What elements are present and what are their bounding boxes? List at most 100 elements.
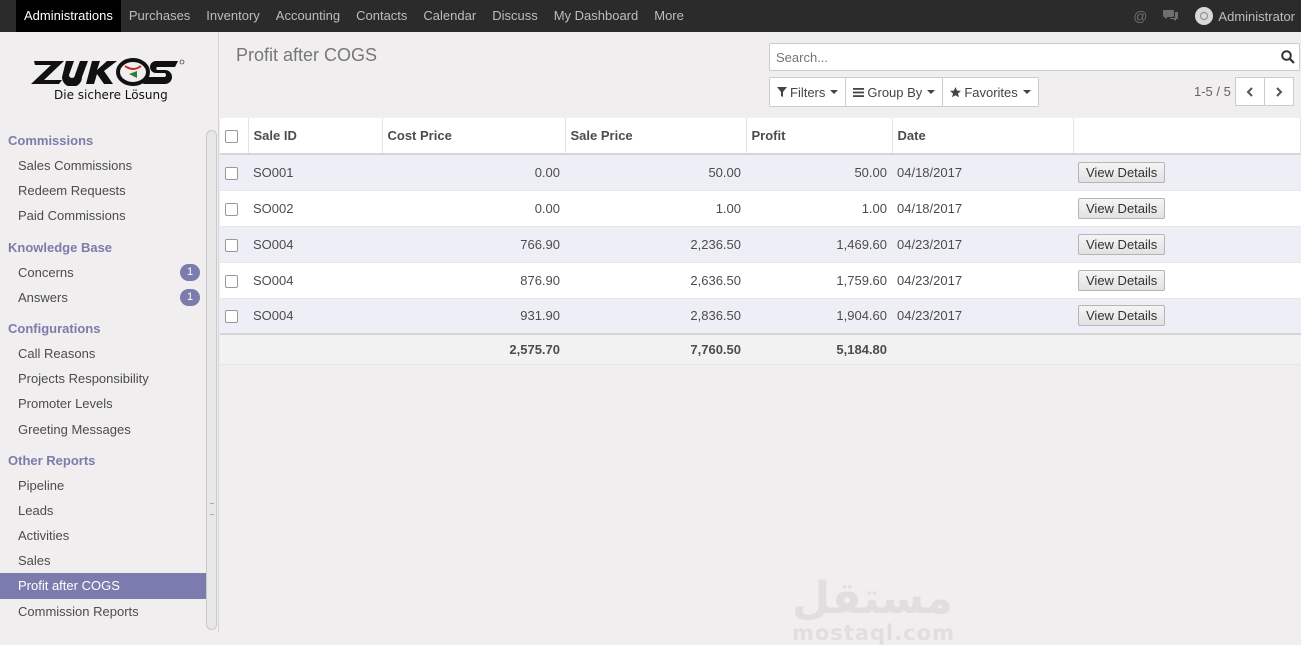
sidebar-item-redeem-requests[interactable]: Redeem Requests <box>0 178 206 203</box>
sidebar-item-call-reasons[interactable]: Call Reasons <box>0 341 206 366</box>
table-cell: 876.90 <box>382 262 565 299</box>
table-cell: 50.00 <box>746 154 892 191</box>
sidebar-item-concerns[interactable]: Concerns 1 <box>0 260 206 285</box>
table-cell: 2,636.50 <box>565 262 746 299</box>
sidebar-item-label: Projects Responsibility <box>18 371 149 387</box>
table-row[interactable]: SO004 876.90 2,636.50 1,759.60 04/23/2017 Vie… <box>220 262 1301 299</box>
sidebar-item-answers[interactable]: Answers 1 <box>0 285 206 310</box>
table-row[interactable]: SO004 931.90 2,836.50 1,904.60 04/23/2017 Vie… <box>220 298 1301 335</box>
table-cell: 1.00 <box>565 190 746 227</box>
actions-cell: View Details <box>1073 226 1301 263</box>
sidebar-item-label: Concerns <box>18 264 74 280</box>
row-checkbox[interactable] <box>225 166 238 180</box>
watermark-latin: mostaql.com <box>792 621 955 645</box>
pager-previous-button[interactable] <box>1235 77 1265 106</box>
topmenu-item-my-dashboard[interactable]: My Dashboard <box>546 0 647 32</box>
table-cell: SO004 <box>248 298 382 335</box>
sidebar-item-sales-commissions[interactable]: Sales Commissions <box>0 153 206 178</box>
view-details-button[interactable]: View Details <box>1078 161 1166 183</box>
filters-button[interactable]: Filters <box>769 77 847 107</box>
chat-icon[interactable] <box>1163 8 1179 25</box>
sidebar-item-label: Profit after COGS <box>18 578 120 594</box>
table-row[interactable]: SO001 0.00 50.00 50.00 04/18/2017 View Detail… <box>220 154 1301 191</box>
groupby-button[interactable]: Group By <box>845 77 944 107</box>
total-cell: 7,760.50 <box>565 333 746 365</box>
sidebar-section-commissions: Commissions <box>8 133 94 148</box>
topmenu-item-accounting[interactable]: Accounting <box>268 0 348 32</box>
column-header[interactable]: Sale Price <box>565 118 747 155</box>
sidebar: Die sichere Lösung Commissions Sales Comm… <box>0 32 219 632</box>
caret-down-icon <box>1022 90 1031 94</box>
sidebar-item-label: Greeting Messages <box>18 421 131 437</box>
user-menu[interactable]: Administrator <box>1195 7 1295 25</box>
sidebar-item-greeting-messages[interactable]: Greeting Messages <box>0 417 206 442</box>
view-details-button[interactable]: View Details <box>1078 197 1166 219</box>
sidebar-item-label: Paid Commissions <box>18 208 126 224</box>
table-cell: 04/23/2017 <box>892 298 1073 335</box>
column-header[interactable]: Cost Price <box>382 118 566 155</box>
column-header[interactable]: Profit <box>746 118 893 155</box>
count-badge: 1 <box>180 263 200 281</box>
table-cell: 04/18/2017 <box>892 154 1073 191</box>
view-details-button[interactable]: View Details <box>1078 233 1166 255</box>
chevron-right-icon <box>1276 86 1283 97</box>
sidebar-item-paid-commissions[interactable]: Paid Commissions <box>0 203 206 228</box>
row-checkbox[interactable] <box>225 238 238 252</box>
watermark-arabic: مستقل <box>792 573 953 624</box>
row-checkbox[interactable] <box>225 202 238 216</box>
at-icon[interactable]: @ <box>1133 8 1147 24</box>
favorites-button[interactable]: Favorites <box>942 77 1039 107</box>
table-row[interactable]: SO004 766.90 2,236.50 1,469.60 04/23/2017 Vie… <box>220 226 1301 263</box>
table-cell: 1,904.60 <box>746 298 892 335</box>
pager-value[interactable]: 1-5 / 5 <box>1194 84 1231 99</box>
avatar <box>1195 7 1214 25</box>
row-select-cell <box>220 190 248 227</box>
sidebar-item-leads[interactable]: Leads <box>0 498 206 523</box>
column-header[interactable]: Sale ID <box>248 118 383 155</box>
table-cell: 50.00 <box>565 154 746 191</box>
topmenu-item-discuss[interactable]: Discuss <box>484 0 546 32</box>
table-cell: 0.00 <box>382 154 565 191</box>
search-options: Filters Group By Favorites <box>769 77 1039 107</box>
table-cell: 1,759.60 <box>746 262 892 299</box>
sidebar-section-other-reports: Other Reports <box>8 452 96 468</box>
view-details-button[interactable]: View Details <box>1078 269 1166 291</box>
select-all-checkbox[interactable] <box>225 130 238 144</box>
sidebar-item-activities[interactable]: Activities <box>0 523 206 548</box>
pager-next-button[interactable] <box>1264 77 1294 106</box>
caret-down-icon <box>927 90 936 94</box>
topmenu-item-more[interactable]: More <box>646 0 692 32</box>
search-icon[interactable] <box>1277 46 1299 68</box>
table-row[interactable]: SO002 0.00 1.00 1.00 04/18/2017 View Details <box>220 190 1301 227</box>
topmenu-item-administrations[interactable]: Administrations <box>16 0 121 32</box>
table-cell: 04/18/2017 <box>892 190 1073 227</box>
search-input[interactable] <box>770 45 1277 69</box>
sidebar-scrollbar[interactable] <box>206 130 217 630</box>
sidebar-item-promoter-levels[interactable]: Promoter Levels <box>0 391 206 416</box>
search-box <box>769 43 1300 71</box>
table-cell: 1,469.60 <box>746 226 892 263</box>
table-cell: 1.00 <box>746 190 892 227</box>
table-header-row: Sale ID Cost Price Sale Price Profit Dat… <box>220 118 1301 155</box>
sidebar-item-projects-responsibility[interactable]: Projects Responsibility <box>0 366 206 391</box>
page-title: Profit after COGS <box>236 45 378 65</box>
sidebar-item-label: Redeem Requests <box>18 183 126 199</box>
sidebar-item-commission-reports[interactable]: Commission Reports <box>0 599 206 624</box>
topmenu-item-contacts[interactable]: Contacts <box>348 0 415 32</box>
topmenu-item-calendar[interactable]: Calendar <box>415 0 484 32</box>
sidebar-item-pipeline[interactable]: Pipeline <box>0 473 206 498</box>
user-name: Administrator <box>1218 8 1295 24</box>
row-checkbox[interactable] <box>225 274 238 288</box>
sidebar-item-sales[interactable]: Sales <box>0 548 206 573</box>
sidebar-item-label: Answers <box>18 289 68 305</box>
topmenu-item-purchases[interactable]: Purchases <box>121 0 198 32</box>
chevron-left-icon <box>1246 86 1253 97</box>
column-header[interactable]: Date <box>892 118 1074 155</box>
empty-cell <box>220 333 248 365</box>
row-checkbox[interactable] <box>225 310 238 324</box>
topmenu-item-inventory[interactable]: Inventory <box>198 0 267 32</box>
sidebar-item-profit-after-cogs[interactable]: Profit after COGS <box>0 573 206 599</box>
table-cell: 766.90 <box>382 226 565 263</box>
view-details-button[interactable]: View Details <box>1078 305 1166 327</box>
sidebar-item-label: Sales Commissions <box>18 158 133 173</box>
